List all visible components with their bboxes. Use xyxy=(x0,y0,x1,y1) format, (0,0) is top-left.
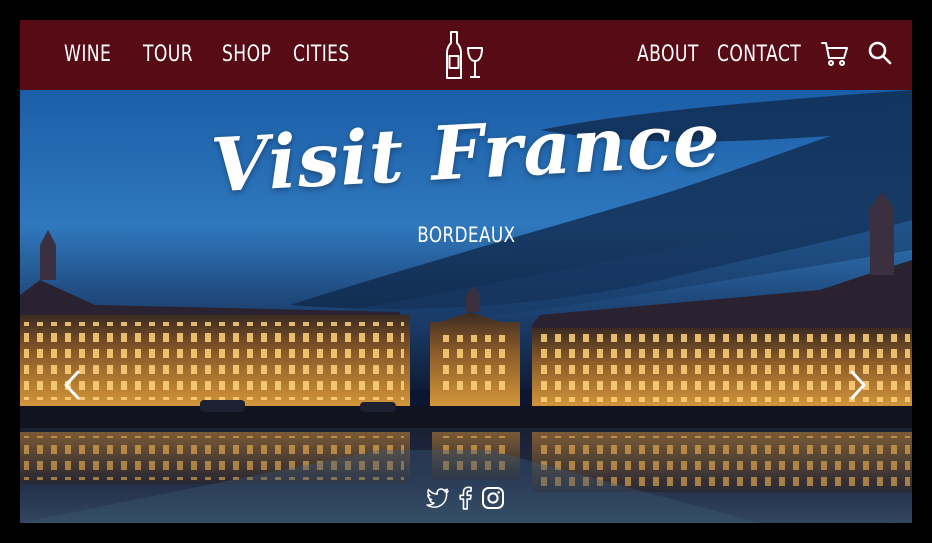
nav-link-tour[interactable]: TOUR xyxy=(143,42,193,67)
twitter-icon[interactable] xyxy=(426,486,450,510)
nav-link-shop[interactable]: SHOP xyxy=(222,42,271,67)
chevron-right-icon[interactable] xyxy=(846,368,870,402)
top-navigation: WINE TOUR SHOP CITIES ABOUT CONTACT xyxy=(20,20,912,90)
nav-link-wine[interactable]: WINE xyxy=(64,42,111,67)
instagram-icon[interactable] xyxy=(481,486,505,510)
device-frame: WINE TOUR SHOP CITIES ABOUT CONTACT Visi… xyxy=(0,0,932,543)
nav-link-cities[interactable]: CITIES xyxy=(293,42,350,67)
hero-subtitle: BORDEAUX xyxy=(20,223,912,247)
facebook-icon[interactable] xyxy=(458,486,472,510)
website-viewport: WINE TOUR SHOP CITIES ABOUT CONTACT Visi… xyxy=(20,20,912,523)
search-icon[interactable] xyxy=(867,40,893,66)
nav-link-contact[interactable]: CONTACT xyxy=(717,42,801,67)
hero-subtitle-text: BORDEAUX xyxy=(416,223,516,247)
cart-icon[interactable] xyxy=(821,41,849,67)
wine-bottle-glass-icon[interactable] xyxy=(445,29,485,81)
nav-link-about[interactable]: ABOUT xyxy=(637,42,699,67)
hero-banner: Visit France BORDEAUX xyxy=(20,90,912,523)
chevron-left-icon[interactable] xyxy=(60,368,84,402)
